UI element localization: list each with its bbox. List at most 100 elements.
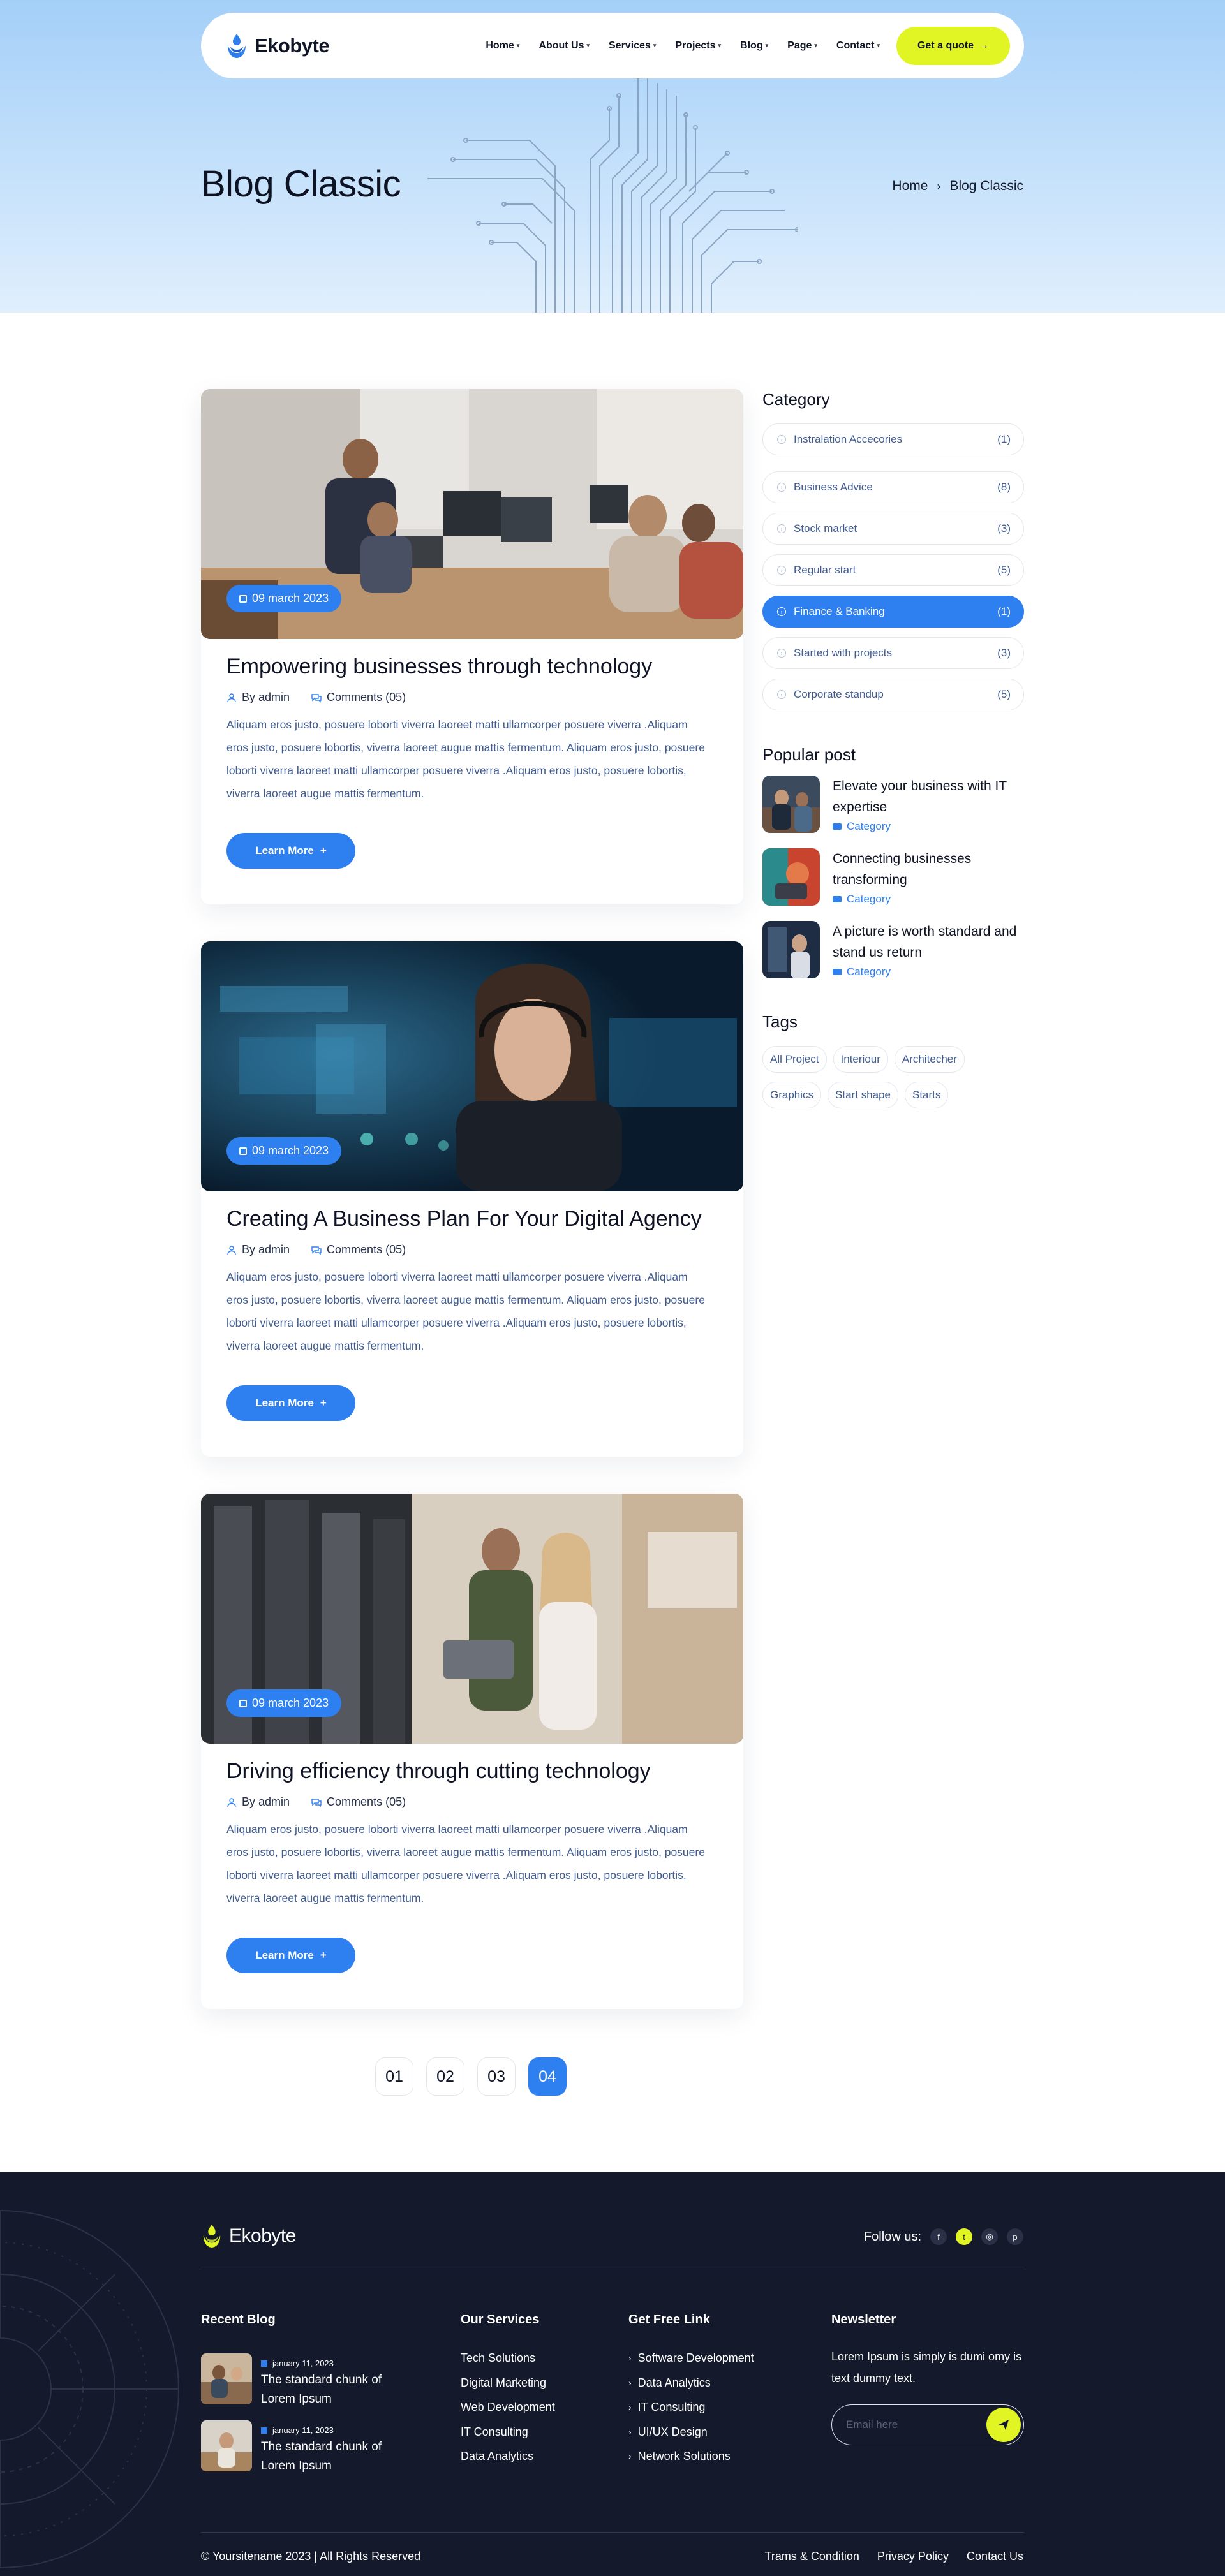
logo-icon	[203, 2225, 221, 2248]
category-item[interactable]: › Corporate standup (5)	[762, 679, 1024, 710]
user-icon	[227, 1797, 236, 1807]
nav-item-contact[interactable]: Contact ▾	[836, 40, 880, 52]
nav-item-blog[interactable]: Blog ▾	[740, 40, 768, 52]
chevron-down-icon: ▾	[653, 42, 657, 48]
pinterest-icon[interactable]: p	[1007, 2228, 1023, 2245]
nav-item-about[interactable]: About Us ▾	[538, 40, 590, 52]
page-button-04[interactable]: 04	[528, 2057, 567, 2096]
page-button-01[interactable]: 01	[375, 2057, 413, 2096]
brand-logo[interactable]: Ekobyte	[225, 33, 330, 59]
learn-more-button[interactable]: Learn More +	[226, 1938, 355, 1973]
post-comments[interactable]: Comments (05)	[311, 691, 406, 704]
popular-post-item[interactable]: Connecting businesses transforming Categ…	[762, 848, 1024, 906]
popular-post-list: Elevate your business with IT expertise …	[762, 776, 1024, 994]
contact-us-link[interactable]: Contact Us	[967, 2550, 1023, 2563]
plus-icon: +	[320, 844, 327, 857]
recent-blog-title[interactable]: The standard chunk of Lorem Ipsum	[261, 2438, 392, 2476]
instagram-icon[interactable]: ◎	[981, 2228, 998, 2245]
service-link[interactable]: IT Consulting	[461, 2420, 555, 2445]
category-item[interactable]: › Business Advice (8)	[762, 471, 1024, 503]
chevron-down-icon: ▾	[718, 42, 722, 48]
tag-item[interactable]: Architecher	[894, 1046, 965, 1073]
learn-more-button[interactable]: Learn More +	[226, 1385, 355, 1421]
recent-blog-item[interactable]: january 11, 2023 The standard chunk of L…	[201, 2353, 392, 2409]
post-meta: By admin Comments (05)	[226, 1795, 718, 1809]
category-item-active[interactable]: › Finance & Banking (1)	[762, 596, 1024, 628]
recent-blog-thumbnail[interactable]	[201, 2353, 252, 2404]
popular-post-category-label: Category	[847, 893, 891, 905]
post-comments[interactable]: Comments (05)	[311, 1243, 406, 1256]
post-title[interactable]: Empowering businesses through technology	[226, 654, 718, 679]
newsletter-send-button[interactable]	[986, 2408, 1021, 2442]
newsletter-email-field[interactable]: Email here	[831, 2404, 1024, 2445]
free-link-item[interactable]: › Software Development	[628, 2346, 754, 2371]
privacy-policy-link[interactable]: Privacy Policy	[877, 2550, 949, 2563]
service-link[interactable]: Digital Marketing	[461, 2371, 555, 2396]
post-title[interactable]: Creating A Business Plan For Your Digita…	[226, 1207, 718, 1232]
nav-label: Home	[486, 40, 514, 51]
free-link-item[interactable]: › Network Solutions	[628, 2444, 754, 2469]
tag-item[interactable]: Graphics	[762, 1082, 822, 1108]
tag-item[interactable]: Start shape	[828, 1082, 898, 1108]
popular-post-title[interactable]: A picture is worth standard and stand us…	[833, 921, 1024, 963]
service-link[interactable]: Data Analytics	[461, 2444, 555, 2469]
page-button-02[interactable]: 02	[426, 2057, 464, 2096]
popular-post-item[interactable]: Elevate your business with IT expertise …	[762, 776, 1024, 833]
popular-post-title[interactable]: Connecting businesses transforming	[833, 848, 1024, 890]
footer-logo[interactable]: Ekobyte	[201, 2223, 296, 2249]
post-comments[interactable]: Comments (05)	[311, 1795, 406, 1809]
service-link[interactable]: Tech Solutions	[461, 2346, 555, 2371]
chevron-right-icon: ›	[777, 690, 786, 699]
chevron-right-icon: ›	[628, 2451, 632, 2461]
page-button-03[interactable]: 03	[477, 2057, 516, 2096]
blog-post-card: 09 march 2023 Driving efficiency through…	[201, 1494, 743, 2009]
learn-more-button[interactable]: Learn More +	[226, 833, 355, 869]
popular-post-item[interactable]: A picture is worth standard and stand us…	[762, 921, 1024, 978]
learn-more-label: Learn More	[255, 1397, 314, 1409]
post-image[interactable]: 09 march 2023	[201, 389, 743, 639]
popular-post-category[interactable]: Category	[833, 966, 1024, 978]
get-quote-button[interactable]: Get a quote →	[896, 26, 1010, 65]
post-comments-label: Comments (05)	[327, 691, 406, 703]
tag-item[interactable]: Interiour	[833, 1046, 888, 1073]
tag-item[interactable]: Starts	[904, 1082, 949, 1108]
free-link-item[interactable]: › Data Analytics	[628, 2371, 754, 2396]
free-link-item[interactable]: › UI/UX Design	[628, 2420, 754, 2445]
popular-post-thumbnail[interactable]	[762, 848, 820, 906]
popular-post-thumbnail[interactable]	[762, 776, 820, 833]
service-link[interactable]: Web Development	[461, 2395, 555, 2420]
recent-blog-item[interactable]: january 11, 2023 The standard chunk of L…	[201, 2420, 392, 2476]
popular-post-category[interactable]: Category	[833, 893, 1024, 906]
plus-icon: +	[320, 1949, 327, 1961]
nav-item-home[interactable]: Home ▾	[486, 40, 519, 52]
category-item[interactable]: › Started with projects (3)	[762, 637, 1024, 669]
popular-post-title[interactable]: Elevate your business with IT expertise	[833, 776, 1024, 818]
nav-item-page[interactable]: Page ▾	[787, 40, 817, 52]
category-item[interactable]: › Regular start (5)	[762, 554, 1024, 586]
post-image[interactable]: 09 march 2023	[201, 941, 743, 1191]
post-image[interactable]: 09 march 2023	[201, 1494, 743, 1744]
recent-blog-thumbnail[interactable]	[201, 2420, 252, 2471]
recent-blog-title[interactable]: The standard chunk of Lorem Ipsum	[261, 2371, 392, 2409]
facebook-icon[interactable]: f	[930, 2228, 947, 2245]
services-heading: Our Services	[461, 2313, 540, 2327]
brand-name: Ekobyte	[255, 34, 330, 57]
terms-link[interactable]: Trams & Condition	[765, 2550, 859, 2563]
blog-post-card: 09 march 2023 Empowering businesses thro…	[201, 389, 743, 904]
free-link-item[interactable]: › IT Consulting	[628, 2395, 754, 2420]
category-count: (3)	[997, 522, 1011, 534]
post-title[interactable]: Driving efficiency through cutting techn…	[226, 1759, 718, 1784]
nav-item-services[interactable]: Services ▾	[609, 40, 656, 52]
category-item[interactable]: › Stock market (3)	[762, 513, 1024, 545]
post-date-badge: 09 march 2023	[226, 1137, 342, 1165]
twitter-icon[interactable]: t	[956, 2228, 972, 2245]
calendar-icon	[239, 594, 247, 603]
popular-post-thumbnail[interactable]	[762, 921, 820, 978]
nav-item-projects[interactable]: Projects ▾	[675, 40, 721, 52]
category-count: (5)	[997, 688, 1011, 700]
category-item[interactable]: › Instralation Accecories (1)	[762, 423, 1024, 455]
breadcrumb-home-link[interactable]: Home	[892, 179, 928, 194]
tag-item[interactable]: All Project	[762, 1046, 827, 1073]
blog-post-card: 09 march 2023 Creating A Business Plan F…	[201, 941, 743, 1457]
popular-post-category[interactable]: Category	[833, 820, 1024, 833]
